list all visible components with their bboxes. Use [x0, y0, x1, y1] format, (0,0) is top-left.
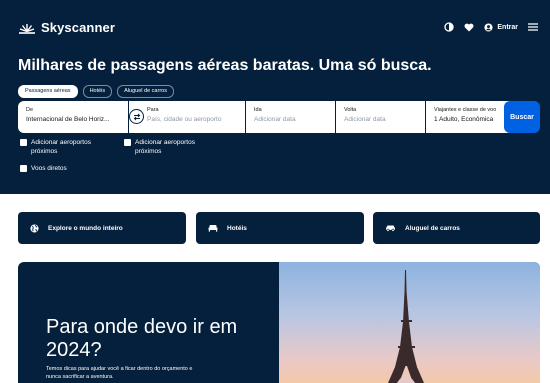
explore-everywhere-button[interactable]: Explore o mundo inteiro: [18, 212, 186, 244]
origin-value: Internacional de Belo Horiz...: [26, 116, 110, 123]
hotels-button[interactable]: Hotéis: [196, 212, 364, 244]
product-tabs: Passagens aéreas Hotéis Aluguel de carro…: [18, 85, 174, 98]
car-hire-label: Aluguel de carros: [405, 224, 460, 232]
checkbox-box: [20, 165, 27, 172]
sunburst-logo-icon: [19, 23, 35, 34]
search-button[interactable]: Buscar: [504, 101, 540, 133]
return-label: Volta: [344, 107, 357, 113]
nearby-origin-label: Adicionar aeroportos próximos: [31, 139, 91, 155]
heart-icon[interactable]: [464, 23, 474, 32]
hotels-label: Hotéis: [227, 224, 247, 232]
search-form: De Internacional de Belo Horiz... Para P…: [18, 101, 515, 133]
top-nav: Entrar: [444, 22, 538, 32]
car-hire-button[interactable]: Aluguel de carros: [373, 212, 540, 244]
nearby-destination-checkbox[interactable]: Adicionar aeroportos próximos: [124, 138, 219, 156]
bed-icon: [208, 225, 218, 232]
tab-hotels[interactable]: Hotéis: [82, 85, 113, 98]
banner-subtitle: Temos dicas para ajudar você a ficar den…: [46, 366, 193, 380]
swap-arrows-icon: [133, 113, 140, 120]
promo-banner[interactable]: Para onde devo ir em 2024? Temos dicas p…: [18, 262, 540, 383]
depart-date-field[interactable]: Ida Adicionar data: [246, 101, 335, 133]
user-icon: [484, 22, 493, 32]
nearby-destination-label: Adicionar aeroportos próximos: [135, 139, 195, 155]
nearby-origin-checkbox[interactable]: Adicionar aeroportos próximos: [20, 138, 115, 156]
checkbox-box: [124, 139, 131, 146]
travelers-field[interactable]: Viajantes e classe de voo 1 Adulto, Econ…: [426, 101, 515, 133]
travelers-value: 1 Adulto, Econômica: [434, 116, 494, 123]
skyscanner-logo[interactable]: Skyscanner: [18, 20, 115, 35]
page-title: Milhares de passagens aéreas baratas. Um…: [18, 57, 432, 74]
region-icon[interactable]: [444, 22, 455, 32]
globe-icon: [30, 223, 39, 233]
direct-flights-checkbox[interactable]: Voos diretos: [20, 164, 67, 173]
depart-placeholder: Adicionar data: [254, 116, 296, 123]
origin-field[interactable]: De Internacional de Belo Horiz...: [18, 101, 128, 133]
direct-flights-label: Voos diretos: [31, 165, 67, 172]
return-date-field[interactable]: Volta Adicionar data: [336, 101, 425, 133]
login-button[interactable]: Entrar: [484, 22, 518, 32]
menu-icon[interactable]: [528, 23, 538, 31]
destination-field[interactable]: Para País, cidade ou aeroporto: [129, 101, 245, 133]
destination-placeholder: País, cidade ou aeroporto: [147, 116, 222, 123]
destination-label: Para: [147, 107, 159, 113]
login-label: Entrar: [497, 23, 518, 31]
tab-car-hire[interactable]: Aluguel de carros: [117, 85, 174, 98]
brand-name: Skyscanner: [41, 20, 115, 35]
hero-section: Skyscanner Entrar Milhares de passagens …: [0, 0, 550, 194]
travelers-label: Viajantes e classe de voo: [434, 107, 497, 113]
banner-title: Para onde devo ir em 2024?: [46, 316, 238, 361]
checkbox-box: [20, 139, 27, 146]
swap-button[interactable]: [129, 109, 144, 124]
return-placeholder: Adicionar data: [344, 116, 386, 123]
explore-label: Explore o mundo inteiro: [48, 224, 123, 232]
eiffel-tower-photo: [279, 262, 540, 383]
origin-label: De: [26, 107, 34, 113]
tab-flights[interactable]: Passagens aéreas: [18, 85, 78, 98]
depart-label: Ida: [254, 107, 262, 113]
car-icon: [386, 225, 395, 232]
